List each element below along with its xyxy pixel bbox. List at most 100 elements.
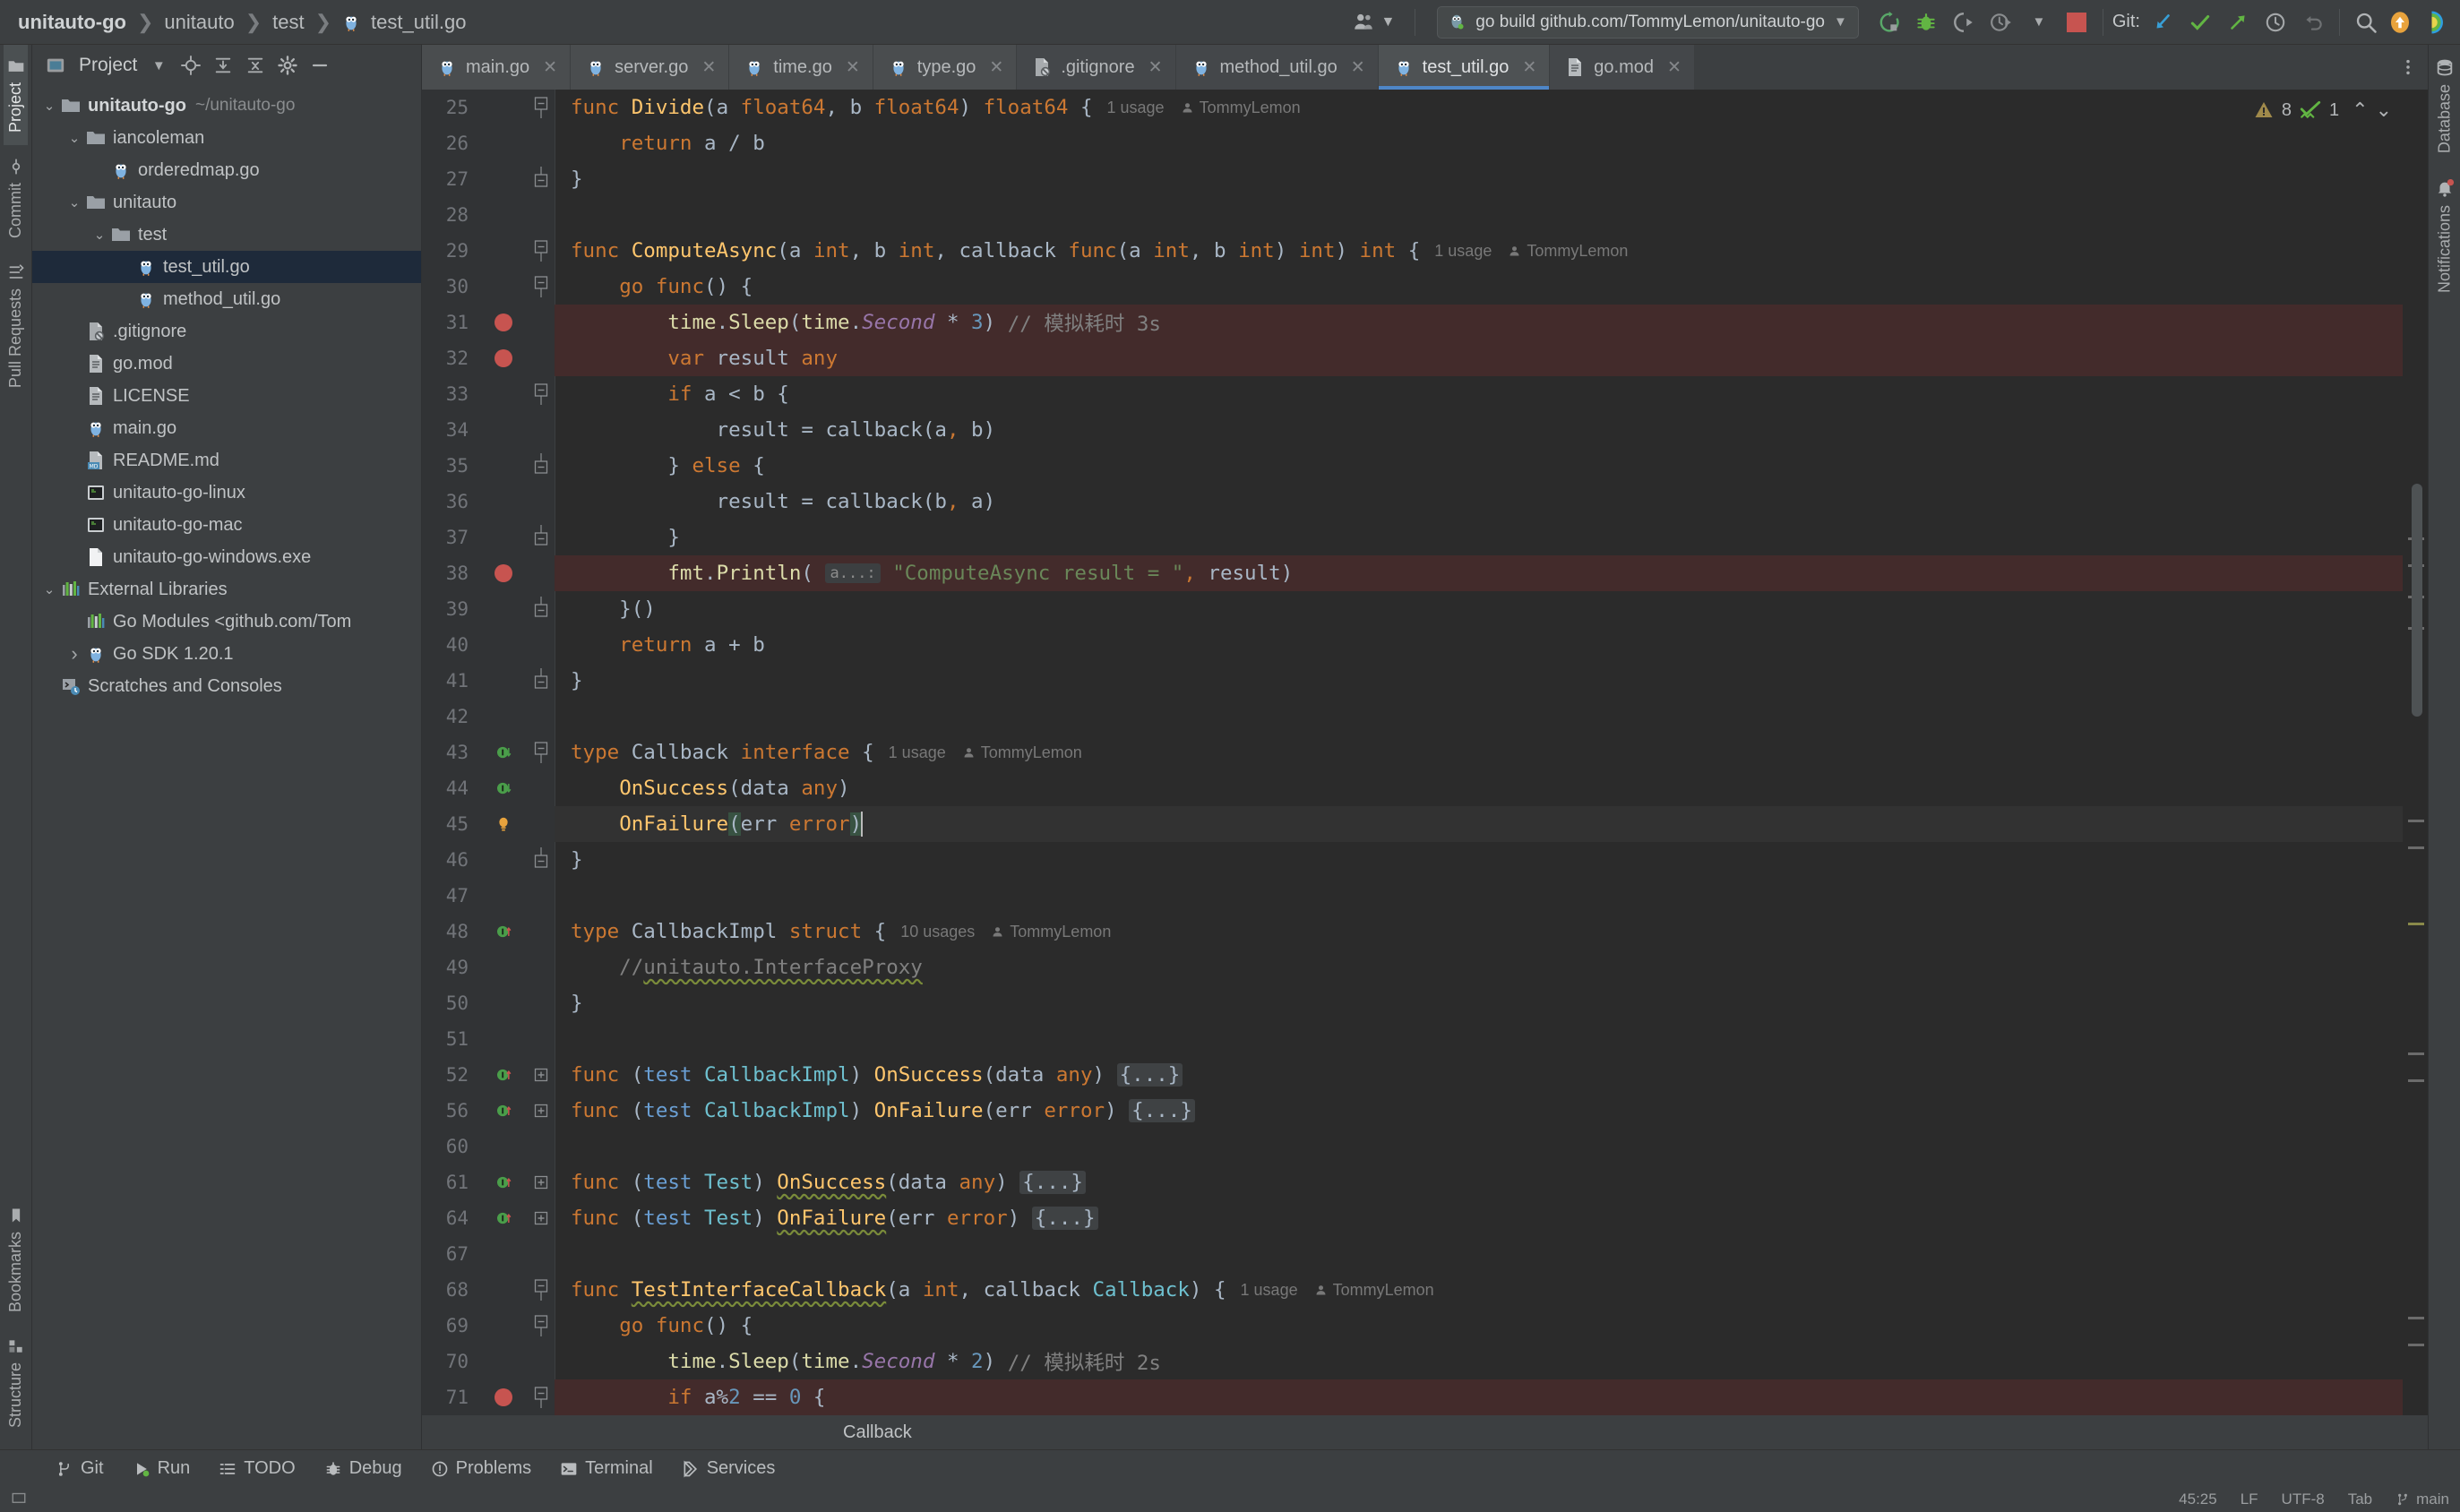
code-line[interactable]: result = callback(b, a) xyxy=(555,484,2403,520)
tree-node[interactable]: ⌄ iancoleman xyxy=(32,122,421,154)
code-line[interactable]: type CallbackImpl struct {10 usages Tommy… xyxy=(555,914,2403,949)
commit-button[interactable] xyxy=(2183,5,2217,39)
indent-setting[interactable]: Tab xyxy=(2348,1491,2372,1508)
fold-marker[interactable] xyxy=(528,1175,555,1190)
usage-hint[interactable]: 1 usage xyxy=(1107,99,1165,117)
gutter-row[interactable]: 31 xyxy=(422,305,555,340)
gutter-row[interactable]: 70 xyxy=(422,1344,555,1379)
implements-icon[interactable] xyxy=(495,1209,512,1227)
tool-window-tab-pull-requests[interactable]: Pull Requests xyxy=(4,251,28,400)
gutter-row[interactable]: 68 xyxy=(422,1272,555,1308)
gutter-row[interactable]: 47 xyxy=(422,878,555,914)
code-line[interactable] xyxy=(555,1021,2403,1057)
chevron-down-icon[interactable]: ⌄ xyxy=(39,98,59,114)
code-line[interactable]: type Callback interface {1 usage TommyLem… xyxy=(555,735,2403,770)
gutter-row[interactable]: 61 xyxy=(422,1164,555,1200)
fold-marker[interactable] xyxy=(528,1313,555,1338)
code-line[interactable]: time. Sleep(time. Second * 2) // 模拟耗时 2s xyxy=(555,1344,2403,1379)
code-line[interactable]: } xyxy=(555,842,2403,878)
gutter-row[interactable]: 27 xyxy=(422,161,555,197)
code-line[interactable]: time. Sleep(time. Second * 3) // 模拟耗时 3s xyxy=(555,305,2403,340)
tree-node[interactable]: MD README.md xyxy=(32,444,421,477)
chevron-down-icon[interactable]: ⌄ xyxy=(65,130,84,146)
expand-all-button[interactable] xyxy=(209,52,237,79)
close-icon[interactable]: ✕ xyxy=(846,57,860,78)
tree-node[interactable]: unitauto-go-mac xyxy=(32,509,421,541)
code-line[interactable]: OnFailure(err error) xyxy=(555,806,2403,842)
code-line[interactable] xyxy=(555,878,2403,914)
gutter-marker-area[interactable] xyxy=(479,1102,528,1120)
code-line[interactable]: } xyxy=(555,520,2403,555)
fold-marker[interactable] xyxy=(528,382,555,407)
tool-window-tab-notifications[interactable]: Notifications xyxy=(2432,166,2457,305)
caret-position[interactable]: 45:25 xyxy=(2179,1491,2217,1508)
breakpoint-icon[interactable] xyxy=(495,1388,512,1406)
editor-tab[interactable]: type.go ✕ xyxy=(873,45,1018,90)
code-line[interactable]: } else { xyxy=(555,448,2403,484)
chevron-down-icon[interactable]: ⌄ xyxy=(90,227,109,243)
code-line[interactable]: result = callback(a, b) xyxy=(555,412,2403,448)
fold-marker[interactable] xyxy=(528,740,555,765)
editor-tab[interactable]: server.go ✕ xyxy=(571,45,730,90)
gutter-marker-area[interactable] xyxy=(479,1066,528,1084)
gutter-row[interactable]: 39 xyxy=(422,591,555,627)
tree-node[interactable]: test_util.go xyxy=(32,251,421,283)
gutter-row[interactable]: 36 xyxy=(422,484,555,520)
close-icon[interactable]: ✕ xyxy=(1667,57,1682,78)
usage-hint[interactable]: 1 usage xyxy=(889,743,946,762)
gutter-marker-area[interactable] xyxy=(479,314,528,331)
fold-marker[interactable] xyxy=(528,525,555,550)
intention-bulb-icon[interactable] xyxy=(495,814,512,834)
fold-marker[interactable] xyxy=(528,167,555,192)
code-line[interactable]: return a + b xyxy=(555,627,2403,663)
breakpoint-icon[interactable] xyxy=(495,349,512,367)
author-hint[interactable]: TommyLemon xyxy=(962,743,1082,762)
tool-window-button-run[interactable]: Run xyxy=(118,1450,205,1487)
code-content[interactable]: 25 func Divide(a float64, b float64) floa… xyxy=(422,90,2428,1415)
fold-marker[interactable] xyxy=(528,453,555,478)
gutter-row[interactable]: 51 xyxy=(422,1021,555,1057)
tool-window-button-todo[interactable]: TODO xyxy=(204,1450,309,1487)
implements-icon[interactable] xyxy=(495,1173,512,1191)
editor-tab[interactable]: time.go ✕ xyxy=(729,45,873,90)
code-line[interactable]: } xyxy=(555,161,2403,197)
usage-hint[interactable]: 10 usages xyxy=(900,923,975,941)
breadcrumb-item[interactable]: test_util.go xyxy=(369,11,468,34)
fold-marker[interactable] xyxy=(528,597,555,622)
close-icon[interactable]: ✕ xyxy=(1351,57,1365,78)
hide-panel-button[interactable] xyxy=(305,52,334,79)
gutter-marker-area[interactable] xyxy=(479,349,528,367)
gutter-row[interactable]: 45 xyxy=(422,806,555,842)
gutter-marker-area[interactable] xyxy=(479,923,528,941)
code-line[interactable]: var result any xyxy=(555,340,2403,376)
gutter-marker-area[interactable] xyxy=(479,743,528,761)
collapse-all-button[interactable] xyxy=(241,52,270,79)
gutter-row[interactable]: 28 xyxy=(422,197,555,233)
fold-marker[interactable] xyxy=(528,668,555,693)
update-project-button[interactable] xyxy=(2146,5,2180,39)
fold-marker[interactable] xyxy=(528,847,555,872)
gutter-row[interactable]: 52 xyxy=(422,1057,555,1093)
profile-dropdown[interactable]: ▼ xyxy=(2022,5,2056,39)
gutter-row[interactable]: 50 xyxy=(422,985,555,1021)
editor-tab[interactable]: .gitignore ✕ xyxy=(1017,45,1176,90)
code-line[interactable]: func ComputeAsync(a int, b int, callback… xyxy=(555,233,2403,269)
gutter-row[interactable]: 37 xyxy=(422,520,555,555)
chevron-up-icon[interactable]: ⌃ xyxy=(2352,99,2368,122)
breadcrumb-item[interactable]: unitauto xyxy=(162,11,236,34)
chevron-down-icon[interactable]: ⌄ xyxy=(65,194,84,210)
breakpoint-icon[interactable] xyxy=(495,314,512,331)
profile-button[interactable] xyxy=(1984,5,2018,39)
fold-marker[interactable] xyxy=(528,1385,555,1410)
code-line[interactable]: func (test Test) OnFailure (err error) {.… xyxy=(555,1200,2403,1236)
history-button[interactable] xyxy=(2258,5,2292,39)
fold-marker[interactable] xyxy=(528,238,555,263)
gutter-marker-area[interactable] xyxy=(479,814,528,834)
tool-window-button-terminal[interactable]: Terminal xyxy=(546,1450,667,1487)
code-line[interactable] xyxy=(555,699,2403,735)
author-hint[interactable]: TommyLemon xyxy=(1508,242,1628,261)
gutter-row[interactable]: 32 xyxy=(422,340,555,376)
close-icon[interactable]: ✕ xyxy=(701,57,716,78)
tree-node[interactable]: orderedmap.go xyxy=(32,154,421,186)
gutter-marker-area[interactable] xyxy=(479,1173,528,1191)
